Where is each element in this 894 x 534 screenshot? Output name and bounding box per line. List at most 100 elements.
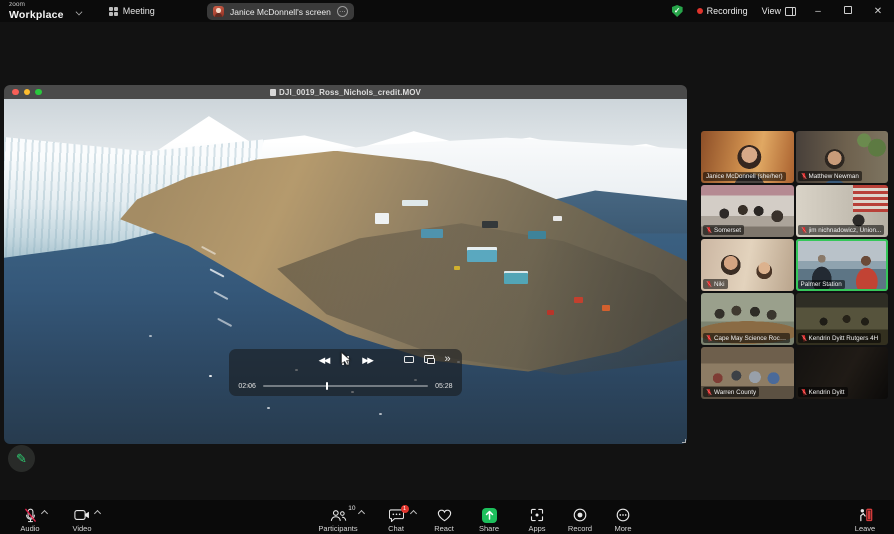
tab-shared-screen[interactable]: Janice McDonnell's screen … <box>207 3 354 20</box>
participant-name: Janice McDonnell (she/her) <box>706 173 783 180</box>
shared-screen-quicktime-window: DJI_0019_Ross_Nichols_credit.MOV ◀◀ ▶▶ »… <box>4 85 687 444</box>
zoom-meeting-window: zoom Workplace Meeting Janice McDonnell'… <box>0 0 894 534</box>
muted-mic-icon <box>706 280 712 288</box>
chat-button[interactable]: 1 Chat <box>370 504 422 533</box>
chat-unread-badge: 1 <box>400 504 409 513</box>
participant-tile[interactable]: Kendrin Dyitt <box>795 347 888 399</box>
participant-tile[interactable]: jim nichnadowicz, Union... <box>795 185 888 237</box>
tab-meeting[interactable]: Meeting <box>108 6 155 16</box>
picture-in-picture-icon[interactable] <box>424 355 436 365</box>
camera-icon <box>74 510 89 520</box>
participants-video-strip: Janice McDonnell (she/her) Matthew Newma… <box>701 131 888 399</box>
view-label: View <box>761 6 781 16</box>
participant-tile[interactable]: Janice McDonnell (she/her) <box>701 131 794 183</box>
share-screen-button[interactable]: Share <box>463 507 515 533</box>
scene-palmer-station-buildings <box>359 192 666 323</box>
meeting-toolbar: Audio Video 10 Participants 1 Chat React… <box>0 500 894 534</box>
more-label: More <box>614 523 632 533</box>
participant-name: Somerset <box>714 226 741 234</box>
muted-mic-icon <box>706 388 712 396</box>
participant-name: jim nichnadowicz, Union... <box>808 226 882 234</box>
share-label: Share <box>478 523 499 533</box>
participant-name: Kendrin Dyitt <box>808 388 845 396</box>
video-button[interactable]: Video <box>56 508 108 533</box>
muted-mic-icon <box>706 226 712 234</box>
view-layout-icon <box>785 6 796 16</box>
video-filename: DJI_0019_Ross_Nichols_credit.MOV <box>4 88 687 97</box>
participant-tile[interactable]: Kendrin Dyitt Rutgers 4H <box>795 293 888 345</box>
tab-options-icon[interactable]: … <box>336 6 348 17</box>
participant-tile[interactable]: Matthew Newman <box>795 131 888 183</box>
fast-forward-button[interactable]: ▶▶ <box>362 356 374 365</box>
participant-name: Kendrin Dyitt Rutgers 4H <box>808 334 879 342</box>
elapsed-time: 02:06 <box>238 382 256 390</box>
record-label: Record <box>567 523 593 533</box>
muted-mic-icon <box>800 226 807 234</box>
duration-time: 05:28 <box>435 382 453 390</box>
participants-count: 10 <box>348 504 356 512</box>
leave-button[interactable]: Leave <box>842 508 888 533</box>
participants-label: Participants <box>318 523 358 533</box>
minimize-button[interactable]: – <box>810 6 826 17</box>
participant-name: Matthew Newman <box>808 172 859 180</box>
top-bar: zoom Workplace Meeting Janice McDonnell'… <box>0 0 894 22</box>
participant-tile-active-speaker[interactable]: Palmer Station <box>795 239 888 291</box>
participant-name: Palmer Station <box>800 281 842 288</box>
view-button[interactable]: View <box>762 6 796 16</box>
participant-name: Cape May Science Rock... <box>714 334 787 342</box>
leave-door-icon <box>859 508 872 522</box>
participants-icon <box>330 509 346 521</box>
more-button[interactable]: More <box>597 508 649 533</box>
react-label: React <box>434 523 454 533</box>
airplay-icon[interactable] <box>404 355 415 363</box>
chevron-down-icon[interactable] <box>76 8 83 15</box>
security-shield-icon[interactable]: ✓ <box>671 5 683 17</box>
heart-icon <box>437 509 451 521</box>
rewind-button[interactable]: ◀◀ <box>319 356 331 365</box>
window-resize-handle[interactable] <box>682 439 686 443</box>
scene-ice-floes <box>208 375 212 377</box>
participant-tile[interactable]: Somerset <box>701 185 794 237</box>
audio-button[interactable]: Audio <box>4 508 56 533</box>
record-icon <box>573 508 587 522</box>
participant-tile[interactable]: Warren County <box>701 347 794 399</box>
seek-bar[interactable] <box>262 382 429 391</box>
apps-label: Apps <box>528 523 546 533</box>
quicktime-titlebar[interactable]: DJI_0019_Ross_Nichols_credit.MOV <box>4 85 687 99</box>
close-button[interactable]: ✕ <box>870 6 886 17</box>
participant-tile[interactable]: Cape May Science Rock... <box>701 293 794 345</box>
audio-options-caret[interactable] <box>42 511 47 516</box>
recording-label: Recording <box>706 6 748 16</box>
chat-label: Chat <box>388 523 404 533</box>
muted-mic-icon <box>800 388 807 396</box>
participant-tile[interactable]: Niki <box>701 239 794 291</box>
annotate-button[interactable]: ✎ <box>8 445 35 472</box>
brand-workplace: Workplace <box>9 8 64 21</box>
meeting-tab-label: Meeting <box>122 6 155 16</box>
audio-label: Audio <box>20 523 40 533</box>
participant-name: Warren County <box>714 388 757 396</box>
apps-icon <box>530 508 544 522</box>
player-playhead[interactable] <box>325 382 328 391</box>
shared-screen-tab-label: Janice McDonnell's screen <box>230 6 331 17</box>
participant-name: Niki <box>714 280 725 288</box>
video-options-caret[interactable] <box>95 511 100 516</box>
top-right-controls: ✓ Recording View – ✕ <box>671 0 886 22</box>
recording-indicator: Recording <box>696 6 748 16</box>
participants-options-caret[interactable] <box>359 511 364 516</box>
mic-muted-icon <box>24 508 36 522</box>
presenter-avatar <box>213 6 224 17</box>
recording-dot-icon <box>696 8 703 14</box>
video-label: Video <box>72 523 92 533</box>
chat-options-caret[interactable] <box>411 511 416 516</box>
leave-label: Leave <box>854 523 876 533</box>
pencil-icon: ✎ <box>16 450 27 466</box>
muted-mic-icon <box>706 334 712 342</box>
share-icon <box>481 507 497 523</box>
participants-button[interactable]: 10 Participants <box>312 504 364 533</box>
maximize-button[interactable] <box>840 5 856 17</box>
shared-video-frame: ◀◀ ▶▶ » 02:06 05:28 <box>4 99 687 444</box>
player-more-icon[interactable]: » <box>444 354 450 365</box>
document-icon <box>270 88 277 96</box>
zoom-workplace-logo: zoom Workplace <box>9 1 64 21</box>
